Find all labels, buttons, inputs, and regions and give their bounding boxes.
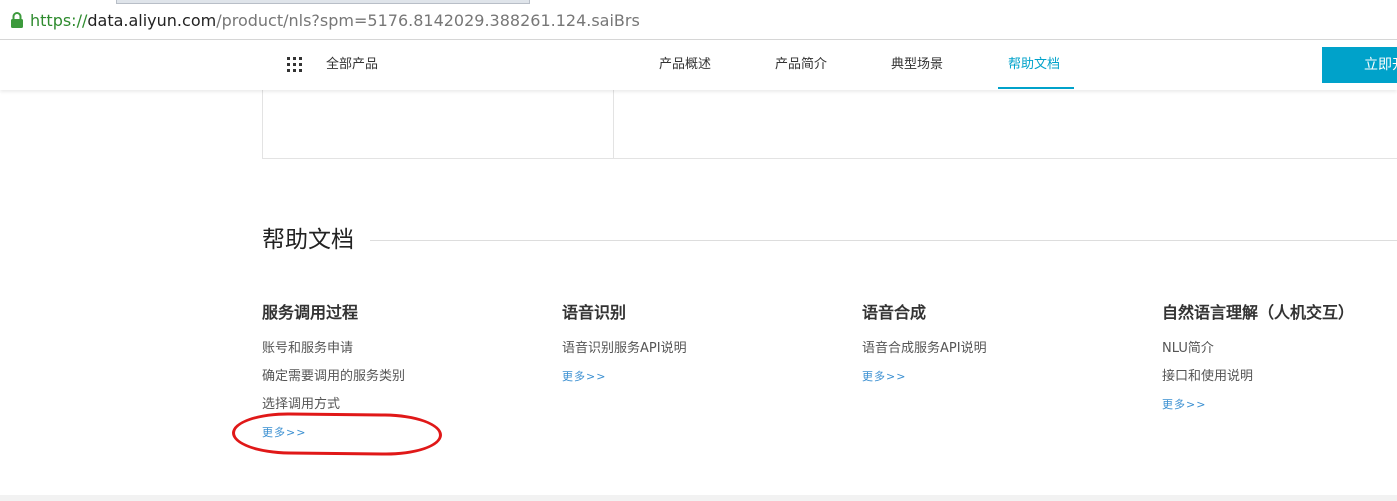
- content-box-bottom-border: [262, 158, 1397, 159]
- doc-link[interactable]: 语音识别服务API说明: [562, 335, 842, 363]
- doc-column-speech-synthesis: 语音合成 语音合成服务API说明 更多>>: [862, 300, 1142, 391]
- site-navbar: 全部产品 产品概述 产品简介 典型场景 帮助文档 立即开: [0, 40, 1397, 90]
- active-tab-underline: [998, 87, 1074, 89]
- padlock-icon: [11, 12, 23, 28]
- nav-item-scenarios[interactable]: 典型场景: [891, 55, 943, 75]
- more-link[interactable]: 更多>>: [1162, 391, 1397, 419]
- url-path: /product/nls?spm=5176.8142029.388261.124…: [216, 11, 640, 30]
- nav-item-help-docs[interactable]: 帮助文档: [1008, 55, 1060, 75]
- heading-divider: [370, 240, 1397, 241]
- doc-link[interactable]: NLU简介: [1162, 335, 1397, 363]
- content-box-left-border: [262, 90, 263, 158]
- more-link[interactable]: 更多>>: [862, 363, 1142, 391]
- content-box-divider: [613, 90, 614, 158]
- nav-item-intro[interactable]: 产品简介: [775, 55, 827, 75]
- browser-address-bar[interactable]: https://data.aliyun.com/product/nls?spm=…: [0, 0, 1397, 40]
- browser-tab-edge[interactable]: [116, 0, 530, 4]
- doc-column-title: 自然语言理解（人机交互）: [1162, 303, 1355, 322]
- open-now-button-label: 立即开: [1364, 57, 1397, 73]
- doc-column-speech-recognition: 语音识别 语音识别服务API说明 更多>>: [562, 300, 842, 391]
- open-now-button[interactable]: 立即开: [1322, 47, 1397, 83]
- doc-link[interactable]: 语音合成服务API说明: [862, 335, 1142, 363]
- doc-column-title: 服务调用过程: [262, 303, 359, 322]
- red-highlight-ellipse: [231, 411, 443, 457]
- doc-link[interactable]: 确定需要调用的服务类别: [262, 363, 542, 391]
- help-docs-heading: 帮助文档: [262, 227, 354, 253]
- nav-item-overview[interactable]: 产品概述: [659, 55, 711, 75]
- more-link[interactable]: 更多>>: [562, 363, 842, 391]
- doc-column-nlu: 自然语言理解（人机交互） NLU简介 接口和使用说明 更多>>: [1162, 300, 1397, 419]
- url-text[interactable]: https://data.aliyun.com/product/nls?spm=…: [30, 10, 640, 32]
- footer-strip: [0, 495, 1397, 501]
- url-host: data.aliyun.com: [87, 11, 217, 30]
- doc-link[interactable]: 接口和使用说明: [1162, 363, 1397, 391]
- all-products-link[interactable]: 全部产品: [326, 55, 378, 75]
- url-scheme: https://: [30, 11, 88, 30]
- doc-column-title: 语音识别: [562, 303, 627, 322]
- grid-icon[interactable]: [287, 57, 302, 72]
- doc-column-title: 语音合成: [862, 303, 927, 322]
- doc-link[interactable]: 账号和服务申请: [262, 335, 542, 363]
